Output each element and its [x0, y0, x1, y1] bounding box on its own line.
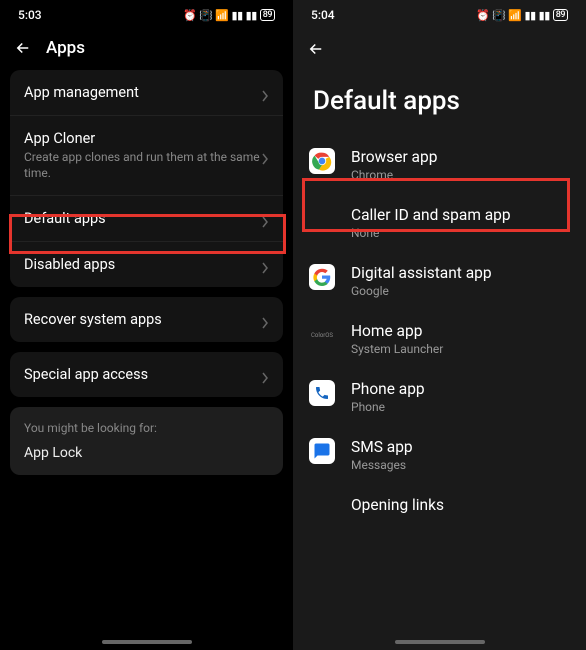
- page-title: Apps: [46, 38, 85, 58]
- home-indicator[interactable]: [395, 640, 485, 644]
- row-home-app[interactable]: ColorOS Home app System Launcher: [293, 310, 586, 368]
- row-title: SMS app: [351, 438, 413, 456]
- signal-icon: ▮▮: [232, 9, 243, 22]
- status-bar: 5:03 ⏰ 📳 📶 ▮▮ ▮▮ 89: [0, 0, 293, 26]
- row-title: Disabled apps: [24, 256, 261, 273]
- header: Apps: [0, 26, 293, 70]
- chevron-right-icon: [261, 369, 269, 381]
- row-title: Digital assistant app: [351, 264, 492, 282]
- row-digital-assistant-app[interactable]: Digital assistant app Google: [293, 252, 586, 310]
- row-disabled-apps[interactable]: Disabled apps: [10, 241, 283, 287]
- chevron-right-icon: [261, 150, 269, 162]
- row-title: Opening links: [351, 496, 444, 514]
- messages-icon: [309, 438, 335, 464]
- suggestion-hint: You might be looking for:: [24, 421, 269, 435]
- status-icons: ⏰ 📳 📶 ▮▮ ▮▮ 89: [183, 9, 275, 22]
- battery-icon: 89: [260, 9, 275, 21]
- row-phone-app[interactable]: Phone app Phone: [293, 368, 586, 426]
- phone-icon: [309, 380, 335, 406]
- row-app-cloner[interactable]: App Cloner Create app clones and run the…: [10, 115, 283, 195]
- status-time: 5:03: [18, 8, 42, 22]
- chevron-right-icon: [261, 213, 269, 225]
- battery-icon: 89: [553, 9, 568, 21]
- google-icon: [309, 264, 335, 290]
- phone-left-apps: 5:03 ⏰ 📳 📶 ▮▮ ▮▮ 89 Apps App management …: [0, 0, 293, 650]
- suggestion-link[interactable]: App Lock: [24, 445, 269, 461]
- row-subtitle: None: [351, 226, 511, 240]
- settings-group-1: App management App Cloner Create app clo…: [10, 70, 283, 287]
- content: App management App Cloner Create app clo…: [0, 70, 293, 475]
- row-subtitle: Google: [351, 284, 492, 298]
- chevron-right-icon: [261, 259, 269, 271]
- signal-icon-2: ▮▮: [246, 9, 257, 22]
- phone-right-default-apps: 5:04 ⏰ 📳 📶 ▮▮ ▮▮ 89 Default apps Browser…: [293, 0, 586, 650]
- row-title: Home app: [351, 322, 443, 340]
- default-apps-list: Browser app Chrome Caller ID and spam ap…: [293, 136, 586, 534]
- row-recover-system-apps[interactable]: Recover system apps: [10, 297, 283, 342]
- row-browser-app[interactable]: Browser app Chrome: [293, 136, 586, 194]
- status-icons: ⏰ 📳 📶 ▮▮ ▮▮ 89: [476, 9, 568, 22]
- page-title: Default apps: [293, 58, 586, 136]
- chrome-icon: [309, 148, 335, 174]
- signal-icon-2: ▮▮: [539, 9, 550, 22]
- header: [293, 26, 586, 58]
- row-app-management[interactable]: App management: [10, 70, 283, 115]
- vibrate-icon: 📳: [199, 9, 212, 22]
- alarm-icon: ⏰: [183, 9, 196, 22]
- settings-group-2: Recover system apps: [10, 297, 283, 342]
- coloros-icon: ColorOS: [309, 322, 335, 348]
- row-default-apps[interactable]: Default apps: [10, 195, 283, 241]
- blank-icon: [309, 206, 335, 232]
- row-title: App Cloner: [24, 130, 261, 147]
- wifi-icon: 📶: [215, 9, 228, 22]
- status-time: 5:04: [311, 8, 335, 22]
- row-title: App management: [24, 84, 261, 101]
- back-icon[interactable]: [307, 40, 325, 58]
- suggestion-card: You might be looking for: App Lock: [10, 407, 283, 475]
- alarm-icon: ⏰: [476, 9, 489, 22]
- signal-icon: ▮▮: [525, 9, 536, 22]
- row-title: Browser app: [351, 148, 437, 166]
- row-subtitle: Chrome: [351, 168, 437, 182]
- row-title: Phone app: [351, 380, 425, 398]
- home-indicator[interactable]: [102, 640, 192, 644]
- vibrate-icon: 📳: [492, 9, 505, 22]
- row-subtitle: System Launcher: [351, 342, 443, 356]
- blank-icon: [309, 496, 335, 522]
- row-title: Recover system apps: [24, 311, 261, 328]
- status-bar: 5:04 ⏰ 📳 📶 ▮▮ ▮▮ 89: [293, 0, 586, 26]
- row-title: Special app access: [24, 366, 261, 383]
- row-subtitle: Messages: [351, 458, 413, 472]
- chevron-right-icon: [261, 314, 269, 326]
- row-caller-id-app[interactable]: Caller ID and spam app None: [293, 194, 586, 252]
- row-subtitle: Create app clones and run them at the sa…: [24, 150, 261, 181]
- chevron-right-icon: [261, 87, 269, 99]
- row-subtitle: Phone: [351, 400, 425, 414]
- row-sms-app[interactable]: SMS app Messages: [293, 426, 586, 484]
- row-special-app-access[interactable]: Special app access: [10, 352, 283, 397]
- row-title: Caller ID and spam app: [351, 206, 511, 224]
- back-icon[interactable]: [14, 39, 32, 57]
- row-opening-links[interactable]: Opening links: [293, 484, 586, 534]
- wifi-icon: 📶: [508, 9, 521, 22]
- settings-group-3: Special app access: [10, 352, 283, 397]
- row-title: Default apps: [24, 210, 261, 227]
